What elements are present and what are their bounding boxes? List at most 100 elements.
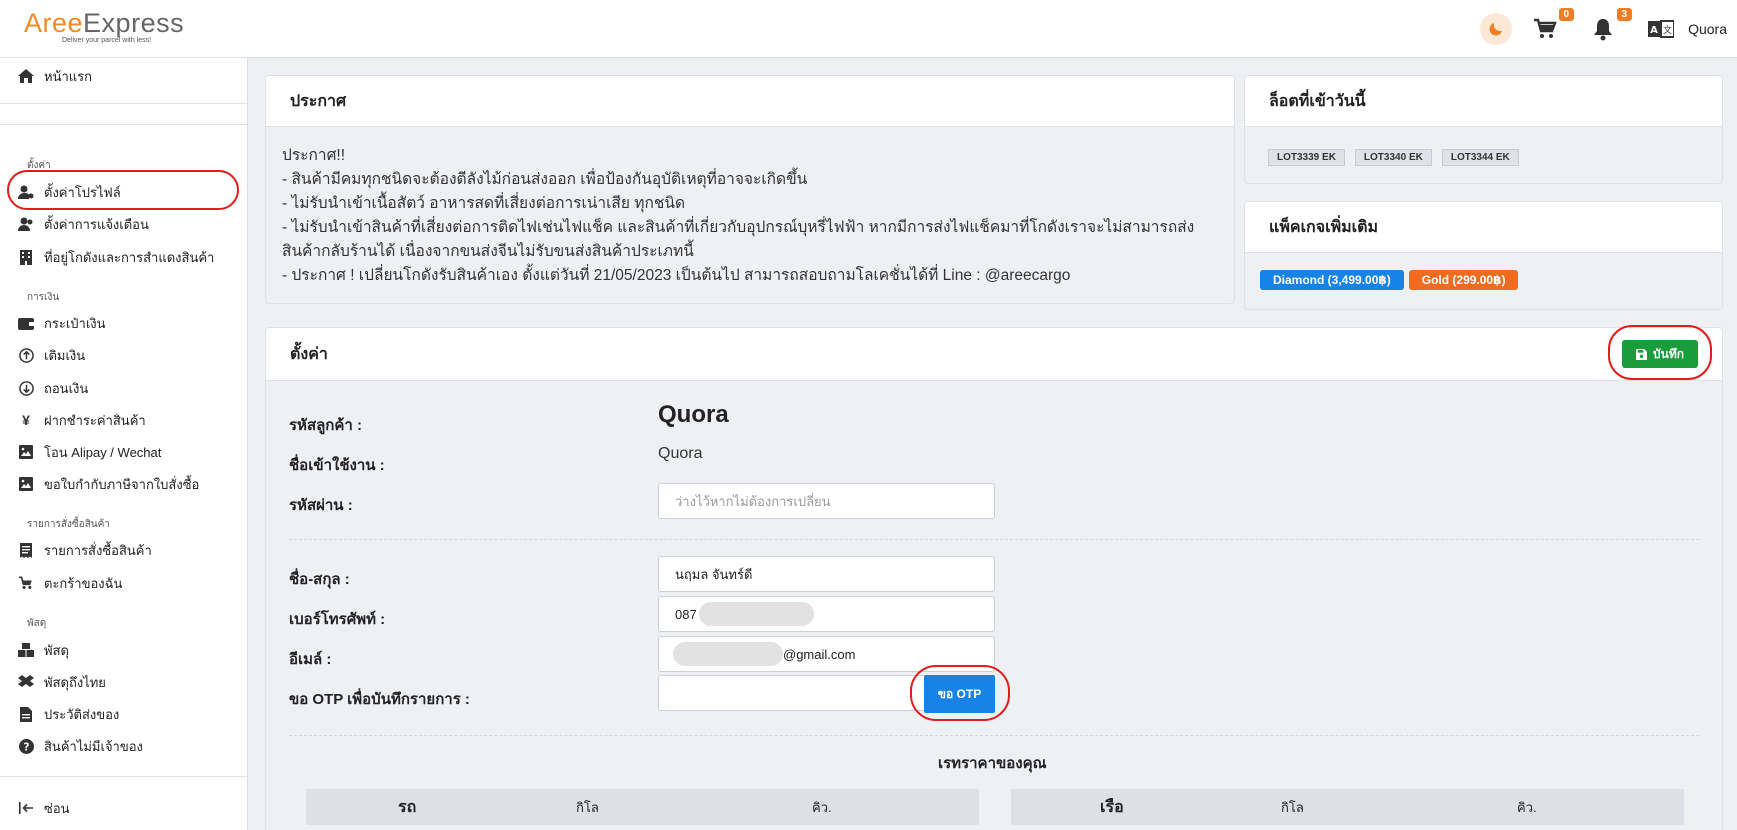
password-label: รหัสผ่าน : [289, 497, 353, 514]
announcement-body: ประกาศ!! - สินค้ามีคมทุกชนิดจะต้องตีลังไ… [266, 127, 1234, 303]
sidebar-item-label: ขอใบกำกับภาษีจากใบสั่งซื้อ [44, 476, 200, 492]
box-open-icon [18, 675, 34, 687]
sidebar-item-tax-invoice[interactable]: ขอใบกำกับภาษีจากใบสั่งซื้อ [18, 474, 199, 494]
app-logo[interactable]: AreeExpress Deliver your parcel with les… [24, 8, 184, 44]
sidebar-item-parcels[interactable]: พัสดุ [18, 640, 69, 660]
lots-today-card: ล็อตที่เข้าวันนี้ LOT3339 EK LOT3340 EK … [1244, 75, 1723, 184]
sidebar-item-label: ฝากชำระค่าสินค้า [44, 412, 146, 428]
sidebar-item-wallet[interactable]: กระเป๋าเงิน [18, 313, 106, 333]
fullname-value: นฤมล จันทร์ดี [675, 566, 753, 582]
phone-label: เบอร์โทรศัพท์ : [289, 611, 386, 628]
wallet-icon [18, 317, 34, 330]
notification-button[interactable]: 3 [1588, 8, 1633, 44]
email-value: @gmail.com [783, 646, 856, 662]
svg-text:?: ? [23, 741, 29, 753]
collapse-left-icon [18, 802, 33, 814]
sidebar-item-topup[interactable]: เติมเงิน [18, 345, 85, 365]
lots-today-title: ล็อตที่เข้าวันนี้ [1245, 76, 1722, 127]
bell-icon [1594, 19, 1613, 41]
sidebar-collapse-button[interactable]: ซ่อน [18, 798, 70, 818]
lot-tag[interactable]: LOT3340 EK [1354, 149, 1432, 166]
cart-count-badge: 0 [1558, 8, 1575, 21]
sidebar-item-parcels-thai[interactable]: พัสดุถึงไทย [18, 672, 106, 692]
sidebar-item-label: ประวัติส่งของ [44, 706, 120, 722]
question-circle-icon: ? [18, 738, 34, 754]
announcement-line: - สินค้ามีคมทุกชนิดจะต้องตีลังไม้ก่อนส่ง… [282, 171, 808, 188]
divider [0, 103, 247, 104]
sidebar-item-shipping-history[interactable]: ประวัติส่งของ [18, 704, 119, 724]
divider [0, 776, 247, 777]
svg-text:A: A [1650, 25, 1658, 36]
ship-rate-col-cbm: คิว. [1517, 799, 1537, 815]
sidebar-item-label: โอน Alipay / Wechat [44, 444, 162, 460]
sidebar-item-home[interactable]: หน้าแรก [18, 66, 92, 86]
notification-count-badge: 3 [1616, 8, 1633, 21]
sidebar-item-unclaimed[interactable]: ? สินค้าไม่มีเจ้าของ [18, 736, 143, 756]
user-name[interactable]: Quora [1688, 21, 1727, 37]
packages-title: แพ็คเกจเพิ่มเติม [1245, 202, 1722, 253]
ship-rate-col-head: เรือ [1100, 798, 1124, 816]
home-icon [18, 69, 34, 83]
sidebar-item-alipay[interactable]: โอน Alipay / Wechat [18, 442, 161, 462]
email-label: อีเมล์ : [289, 651, 332, 668]
form-divider [289, 735, 1699, 736]
car-rate-col-cbm: คิว. [812, 799, 832, 815]
sidebar-item-withdraw[interactable]: ถอนเงิน [18, 378, 88, 398]
sidebar: หน้าแรก ตั้งค่า ตั้งค่าโปรไฟล์ ตั้งค่ากา… [0, 58, 248, 830]
announcement-title: ประกาศ [266, 76, 1234, 127]
logo-text-left: Aree [24, 8, 84, 38]
diamond-package-badge[interactable]: Diamond (3,499.00฿) [1260, 270, 1404, 290]
ship-rate-col-kg: กิโล [1281, 799, 1304, 815]
sidebar-item-notification-settings[interactable]: ตั้งค่าการแจ้งเตือน [18, 214, 149, 234]
sidebar-section-finance: การเงิน [27, 292, 60, 303]
gold-package-badge[interactable]: Gold (299.00฿) [1408, 270, 1519, 290]
receipt-icon [20, 542, 32, 558]
language-button[interactable]: A文 [1646, 14, 1676, 44]
svg-text:文: 文 [1663, 24, 1672, 36]
sidebar-item-pay-goods[interactable]: ¥ ฝากชำระค่าสินค้า [18, 410, 146, 430]
packages-card: แพ็คเกจเพิ่มเติม Diamond (3,499.00฿) Gol… [1244, 201, 1723, 310]
boxes-icon [18, 643, 34, 657]
customer-code-value: Quora [658, 401, 729, 428]
users-icon [18, 217, 33, 231]
lot-tag[interactable]: LOT3344 EK [1441, 149, 1519, 166]
logo-text-right: Express [83, 8, 185, 38]
cart-button[interactable]: 0 [1530, 8, 1575, 44]
rates-title: เรทราคาของคุณ [938, 755, 1047, 772]
sidebar-item-label: สินค้าไม่มีเจ้าของ [44, 738, 143, 754]
redacted-blur [673, 642, 783, 666]
sidebar-item-order-list[interactable]: รายการสั่งซื้อสินค้า [18, 540, 152, 560]
announcement-line: - ประกาศ ! เปลี่ยนโกดังรับสินค้าเอง ตั้ง… [282, 267, 1071, 284]
lot-tag[interactable]: LOT3339 EK [1268, 149, 1345, 166]
sidebar-item-label: ตั้งค่าการแจ้งเตือน [44, 216, 149, 232]
sidebar-item-label: ที่อยู่โกดังและการสำแดงสินค้า [44, 249, 215, 265]
customer-code-label: รหัสลูกค้า : [289, 417, 362, 434]
settings-title: ตั้งค่า [266, 328, 1722, 381]
cart-icon [1534, 18, 1557, 38]
sidebar-item-label: เติมเงิน [44, 347, 86, 363]
arrow-down-circle-icon [18, 380, 34, 396]
phone-input[interactable]: 087 [658, 596, 995, 632]
phone-value: 087 [675, 606, 697, 622]
highlight-annotation [7, 170, 239, 210]
dark-mode-toggle[interactable] [1480, 13, 1513, 45]
form-divider [289, 539, 1699, 540]
yen-icon: ¥ [22, 412, 30, 428]
highlight-annotation [1608, 325, 1712, 380]
ship-rates-header: เรือ กิโล คิว. [1011, 789, 1684, 825]
image-icon [19, 477, 33, 491]
username-label: ชื่อเข้าใช้งาน : [289, 457, 385, 474]
password-input[interactable] [658, 483, 995, 519]
car-rates-header: รถ กิโล คิว. [306, 789, 979, 825]
moon-icon [1489, 23, 1503, 36]
username-value: Quora [658, 445, 703, 462]
sidebar-item-warehouse-address[interactable]: ที่อยู่โกดังและการสำแดงสินค้า [18, 247, 214, 267]
announcement-line: - ไม่รับนำเข้าเนื้อสัตว์ อาหารสดที่เสี่ย… [282, 195, 686, 212]
top-header: AreeExpress Deliver your parcel with les… [0, 0, 1737, 58]
announcement-card: ประกาศ ประกาศ!! - สินค้ามีคมทุกชนิดจะต้อ… [265, 75, 1235, 304]
fullname-input[interactable]: นฤมล จันทร์ดี [658, 556, 995, 592]
car-rate-col-kg: กิโล [576, 799, 599, 815]
sidebar-item-label: ตะกร้าของฉัน [44, 575, 123, 591]
sidebar-item-my-cart[interactable]: ตะกร้าของฉัน [18, 573, 122, 593]
cart-icon [19, 576, 32, 589]
